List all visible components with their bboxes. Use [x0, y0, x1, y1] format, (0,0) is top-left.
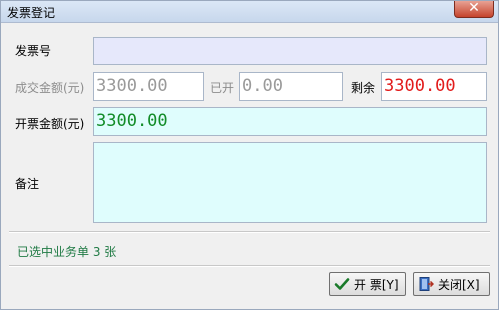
remaining-amount-field: 3300.00 — [381, 72, 487, 101]
title-bar[interactable]: 发票登记 ✕ — [1, 0, 498, 23]
invoice-dialog: 发票登记 ✕ 发票号 成交金额(元) 3300.00 已开 0.00 剩余 33… — [0, 0, 499, 310]
close-window-button[interactable]: ✕ — [454, 0, 494, 18]
divider — [9, 231, 490, 233]
close-button-label: 关闭[X] — [438, 277, 480, 292]
deal-amount-field: 3300.00 — [93, 72, 204, 101]
issue-invoice-button[interactable]: 开 票[Y] — [329, 272, 406, 296]
close-icon: ✕ — [468, 0, 480, 16]
door-exit-icon — [419, 277, 434, 291]
invoice-no-input[interactable] — [93, 37, 487, 65]
issue-invoice-label: 开 票[Y] — [354, 277, 399, 292]
check-icon — [334, 278, 350, 290]
invoice-no-label: 发票号 — [15, 44, 52, 58]
invoice-amount-label: 开票金额(元) — [15, 117, 85, 131]
remaining-label: 剩余 — [351, 81, 376, 95]
selection-status: 已选中业务单 3 张 — [17, 245, 117, 259]
divider — [9, 265, 490, 267]
window-title: 发票登记 — [7, 6, 56, 20]
issued-label: 已开 — [210, 81, 235, 95]
remark-label: 备注 — [15, 177, 40, 191]
remark-textarea[interactable] — [93, 142, 487, 223]
close-button[interactable]: 关闭[X] — [413, 272, 490, 296]
deal-amount-label: 成交金额(元) — [15, 81, 85, 95]
invoice-amount-input[interactable]: 3300.00 — [93, 107, 487, 136]
issued-amount-field: 0.00 — [239, 72, 343, 101]
